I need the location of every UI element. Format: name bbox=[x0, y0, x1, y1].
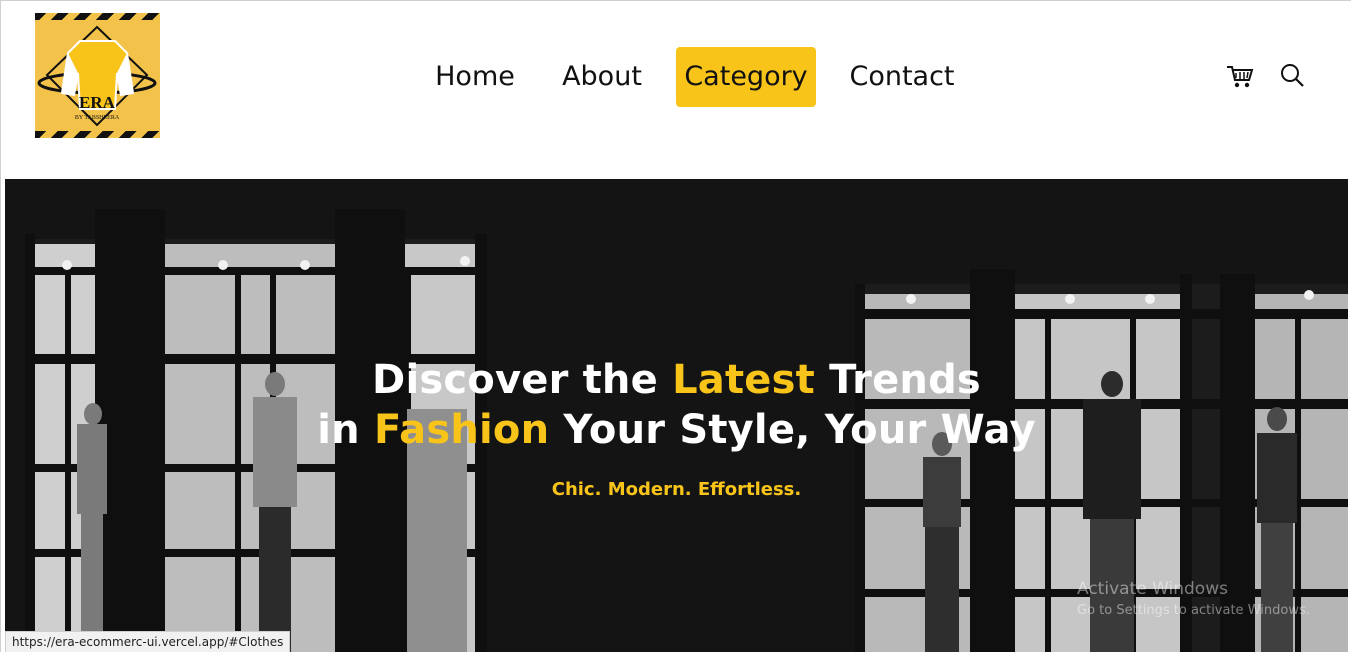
hero-title-text: Trends bbox=[814, 357, 981, 403]
hero-banner: Discover the Latest Trends in Fashion Yo… bbox=[5, 179, 1348, 652]
nav-home[interactable]: Home bbox=[429, 47, 521, 107]
site-header: ERA BY TABSHEERA Home About Category Con… bbox=[5, 1, 1350, 179]
logo-tagline-text: BY TABSHEERA bbox=[75, 115, 120, 121]
nav-about[interactable]: About bbox=[554, 47, 650, 107]
hero-title-highlight: Fashion bbox=[373, 407, 550, 453]
nav-contact[interactable]: Contact bbox=[845, 47, 959, 107]
nav-category[interactable]: Category bbox=[676, 47, 816, 107]
logo-stripe-bottom bbox=[35, 131, 160, 138]
hero-title-text: Your Style, Your Way bbox=[549, 407, 1036, 453]
hero-title-highlight: Latest bbox=[672, 357, 815, 403]
hero-subtitle: Chic. Modern. Effortless. bbox=[551, 479, 802, 500]
watermark-subtitle: Go to Settings to activate Windows. bbox=[1077, 603, 1310, 618]
hero-title-text: in bbox=[317, 407, 374, 453]
page: ERA BY TABSHEERA Home About Category Con… bbox=[0, 0, 1351, 652]
status-bar-url: https://era-ecommerc-ui.vercel.app/#Clot… bbox=[5, 631, 291, 652]
hero-title-text: Discover the bbox=[372, 357, 673, 403]
cart-icon[interactable] bbox=[1225, 61, 1255, 91]
search-icon[interactable] bbox=[1277, 61, 1307, 91]
hero-title-line-1: Discover the Latest Trends bbox=[5, 357, 1348, 403]
watermark-title: Activate Windows bbox=[1077, 579, 1228, 599]
main-nav: Home About Category Contact bbox=[5, 47, 1350, 107]
windows-activation-watermark: Activate Windows Go to Settings to activ… bbox=[1077, 579, 1310, 618]
hero-title-line-2: in Fashion Your Style, Your Way bbox=[5, 407, 1348, 453]
